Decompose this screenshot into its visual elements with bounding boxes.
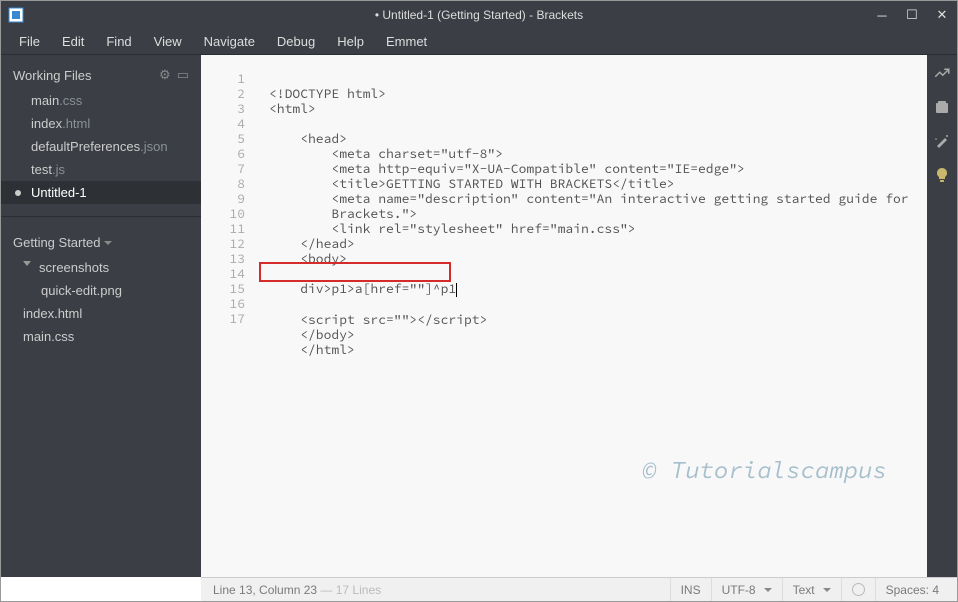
project-label: Getting Started: [13, 235, 100, 250]
text-cursor: [456, 283, 457, 297]
status-spaces[interactable]: Spaces: 4: [875, 578, 949, 601]
gear-icon[interactable]: ⚙: [159, 67, 171, 83]
project-tree: screenshots quick-edit.png index.html ma…: [1, 256, 201, 348]
chevron-down-icon: [104, 241, 112, 245]
editor[interactable]: 1 2 3 4 5 6 7 8 9 10 11 12 13 14 15 16 1…: [201, 55, 927, 577]
working-file[interactable]: defaultPreferences.json: [1, 135, 201, 158]
code-line: <html>: [269, 100, 316, 117]
code-line: <body>: [269, 250, 347, 267]
chevron-down-icon: [823, 588, 831, 592]
line-gutter: 1 2 3 4 5 6 7 8 9 10 11 12 13 14 15 16 1…: [201, 55, 263, 577]
close-button[interactable]: ✕: [927, 1, 957, 29]
code-line: </html>: [269, 341, 355, 358]
extensions-icon[interactable]: [932, 97, 952, 117]
menu-help[interactable]: Help: [327, 30, 374, 53]
tree-file[interactable]: main.css: [1, 325, 201, 348]
maximize-button[interactable]: ☐: [897, 1, 927, 29]
menu-find[interactable]: Find: [96, 30, 141, 53]
main-area: Working Files ⚙ ▭ main.css index.html de…: [1, 55, 957, 577]
status-lint[interactable]: [841, 578, 875, 601]
live-preview-icon[interactable]: [932, 63, 952, 83]
status-language[interactable]: Text: [782, 578, 841, 601]
project-header[interactable]: Getting Started: [1, 229, 201, 256]
bulb-icon[interactable]: [932, 165, 952, 185]
tree-folder[interactable]: screenshots: [1, 256, 201, 279]
titlebar: • Untitled-1 (Getting Started) - Bracket…: [1, 1, 957, 29]
code-area[interactable]: <!DOCTYPE html> <html> <head> <meta char…: [263, 55, 927, 577]
working-file[interactable]: test.js: [1, 158, 201, 181]
status-insert-mode[interactable]: INS: [670, 578, 711, 601]
menu-debug[interactable]: Debug: [267, 30, 325, 53]
window-controls: ─ ☐ ✕: [867, 1, 957, 29]
project-panel: Getting Started screenshots quick-edit.p…: [1, 223, 201, 354]
tree-file[interactable]: index.html: [1, 302, 201, 325]
code-line: div>p1>a[href=""]^p1: [269, 280, 457, 297]
chevron-down-icon: [23, 261, 31, 266]
menu-edit[interactable]: Edit: [52, 30, 94, 53]
sidebar-divider: [1, 216, 201, 217]
statusbar: Line 13, Column 23 — 17 Lines INS UTF-8 …: [201, 577, 957, 601]
app-icon: [7, 6, 25, 24]
tree-file[interactable]: quick-edit.png: [1, 279, 201, 302]
menu-file[interactable]: File: [9, 30, 50, 53]
menubar: File Edit Find View Navigate Debug Help …: [1, 29, 957, 55]
menu-emmet[interactable]: Emmet: [376, 30, 437, 53]
window-title: • Untitled-1 (Getting Started) - Bracket…: [1, 8, 957, 22]
working-files-header[interactable]: Working Files ⚙ ▭: [1, 61, 201, 89]
status-encoding[interactable]: UTF-8: [711, 578, 782, 601]
working-file[interactable]: main.css: [1, 89, 201, 112]
wand-icon[interactable]: [932, 131, 952, 151]
working-file-active[interactable]: Untitled-1: [1, 181, 201, 204]
working-files-list: main.css index.html defaultPreferences.j…: [1, 89, 201, 204]
circle-icon: [852, 583, 865, 596]
menu-view[interactable]: View: [144, 30, 192, 53]
split-view-icon[interactable]: ▭: [177, 67, 189, 83]
sidebar: Working Files ⚙ ▭ main.css index.html de…: [1, 55, 201, 577]
right-rail: [927, 55, 957, 577]
status-position[interactable]: Line 13, Column 23 — 17 Lines: [209, 583, 670, 597]
menu-navigate[interactable]: Navigate: [194, 30, 265, 53]
working-file[interactable]: index.html: [1, 112, 201, 135]
minimize-button[interactable]: ─: [867, 1, 897, 29]
chevron-down-icon: [764, 588, 772, 592]
working-files-panel: Working Files ⚙ ▭ main.css index.html de…: [1, 55, 201, 210]
working-files-label: Working Files: [13, 68, 92, 83]
watermark: © Tutorialscampus: [642, 462, 887, 477]
